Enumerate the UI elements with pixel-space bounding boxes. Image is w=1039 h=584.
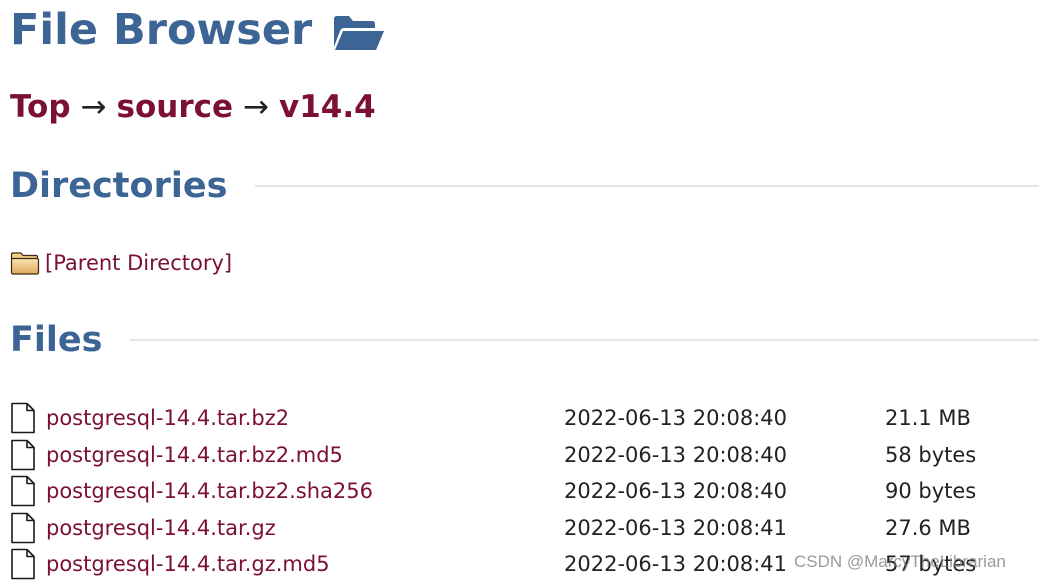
file-icon <box>10 475 36 507</box>
directories-heading-label: Directories <box>10 166 228 206</box>
file-name-link[interactable]: postgresql-14.4.tar.bz2 <box>46 406 289 430</box>
file-modified-date: 2022-06-13 20:08:41 <box>564 552 788 577</box>
breadcrumb-current-version[interactable]: v14.4 <box>279 89 376 125</box>
file-size: 27.6 MB <box>885 515 971 540</box>
folder-icon <box>10 250 40 276</box>
page-title: File Browser <box>10 2 386 58</box>
file-list: postgresql-14.4.tar.bz2 2022-06-13 20:08… <box>10 400 1039 583</box>
file-row: postgresql-14.4.tar.bz2.md5 2022-06-13 2… <box>10 437 1039 474</box>
file-size: 21.1 MB <box>885 406 971 431</box>
file-modified-date: 2022-06-13 20:08:41 <box>564 515 788 540</box>
section-divider <box>255 185 1039 187</box>
file-icon <box>10 402 36 434</box>
breadcrumb-separator: → <box>80 89 107 125</box>
file-name-link[interactable]: postgresql-14.4.tar.bz2.sha256 <box>46 479 373 503</box>
file-size: 58 bytes <box>885 442 977 467</box>
open-folder-icon <box>332 11 386 51</box>
file-row: postgresql-14.4.tar.gz 2022-06-13 20:08:… <box>10 510 1039 547</box>
files-section-heading: Files <box>10 318 1039 362</box>
breadcrumb-top[interactable]: Top <box>10 89 71 125</box>
file-modified-date: 2022-06-13 20:08:40 <box>564 406 788 431</box>
directories-section-heading: Directories <box>10 164 1039 208</box>
file-icon <box>10 512 36 544</box>
section-divider <box>130 339 1039 341</box>
file-row: postgresql-14.4.tar.gz.md5 2022-06-13 20… <box>10 546 1039 583</box>
breadcrumb-source[interactable]: source <box>117 89 234 125</box>
file-name-link[interactable]: postgresql-14.4.tar.bz2.md5 <box>46 443 343 467</box>
file-row: postgresql-14.4.tar.bz2.sha256 2022-06-1… <box>10 473 1039 510</box>
page-title-text: File Browser <box>10 5 313 55</box>
file-name-link[interactable]: postgresql-14.4.tar.gz <box>46 516 276 540</box>
file-modified-date: 2022-06-13 20:08:40 <box>564 479 788 504</box>
breadcrumb-separator: → <box>243 89 270 125</box>
file-modified-date: 2022-06-13 20:08:40 <box>564 442 788 467</box>
file-size: 90 bytes <box>885 479 977 504</box>
parent-directory-link[interactable]: [Parent Directory] <box>45 250 232 276</box>
file-icon <box>10 439 36 471</box>
file-icon <box>10 548 36 580</box>
files-heading-label: Files <box>10 320 103 360</box>
file-name-link[interactable]: postgresql-14.4.tar.gz.md5 <box>46 552 330 576</box>
file-size: 57 bytes <box>885 552 977 577</box>
breadcrumb: Top → source → v14.4 <box>10 86 376 128</box>
file-row: postgresql-14.4.tar.bz2 2022-06-13 20:08… <box>10 400 1039 437</box>
directory-item-parent[interactable]: [Parent Directory] <box>10 250 232 276</box>
